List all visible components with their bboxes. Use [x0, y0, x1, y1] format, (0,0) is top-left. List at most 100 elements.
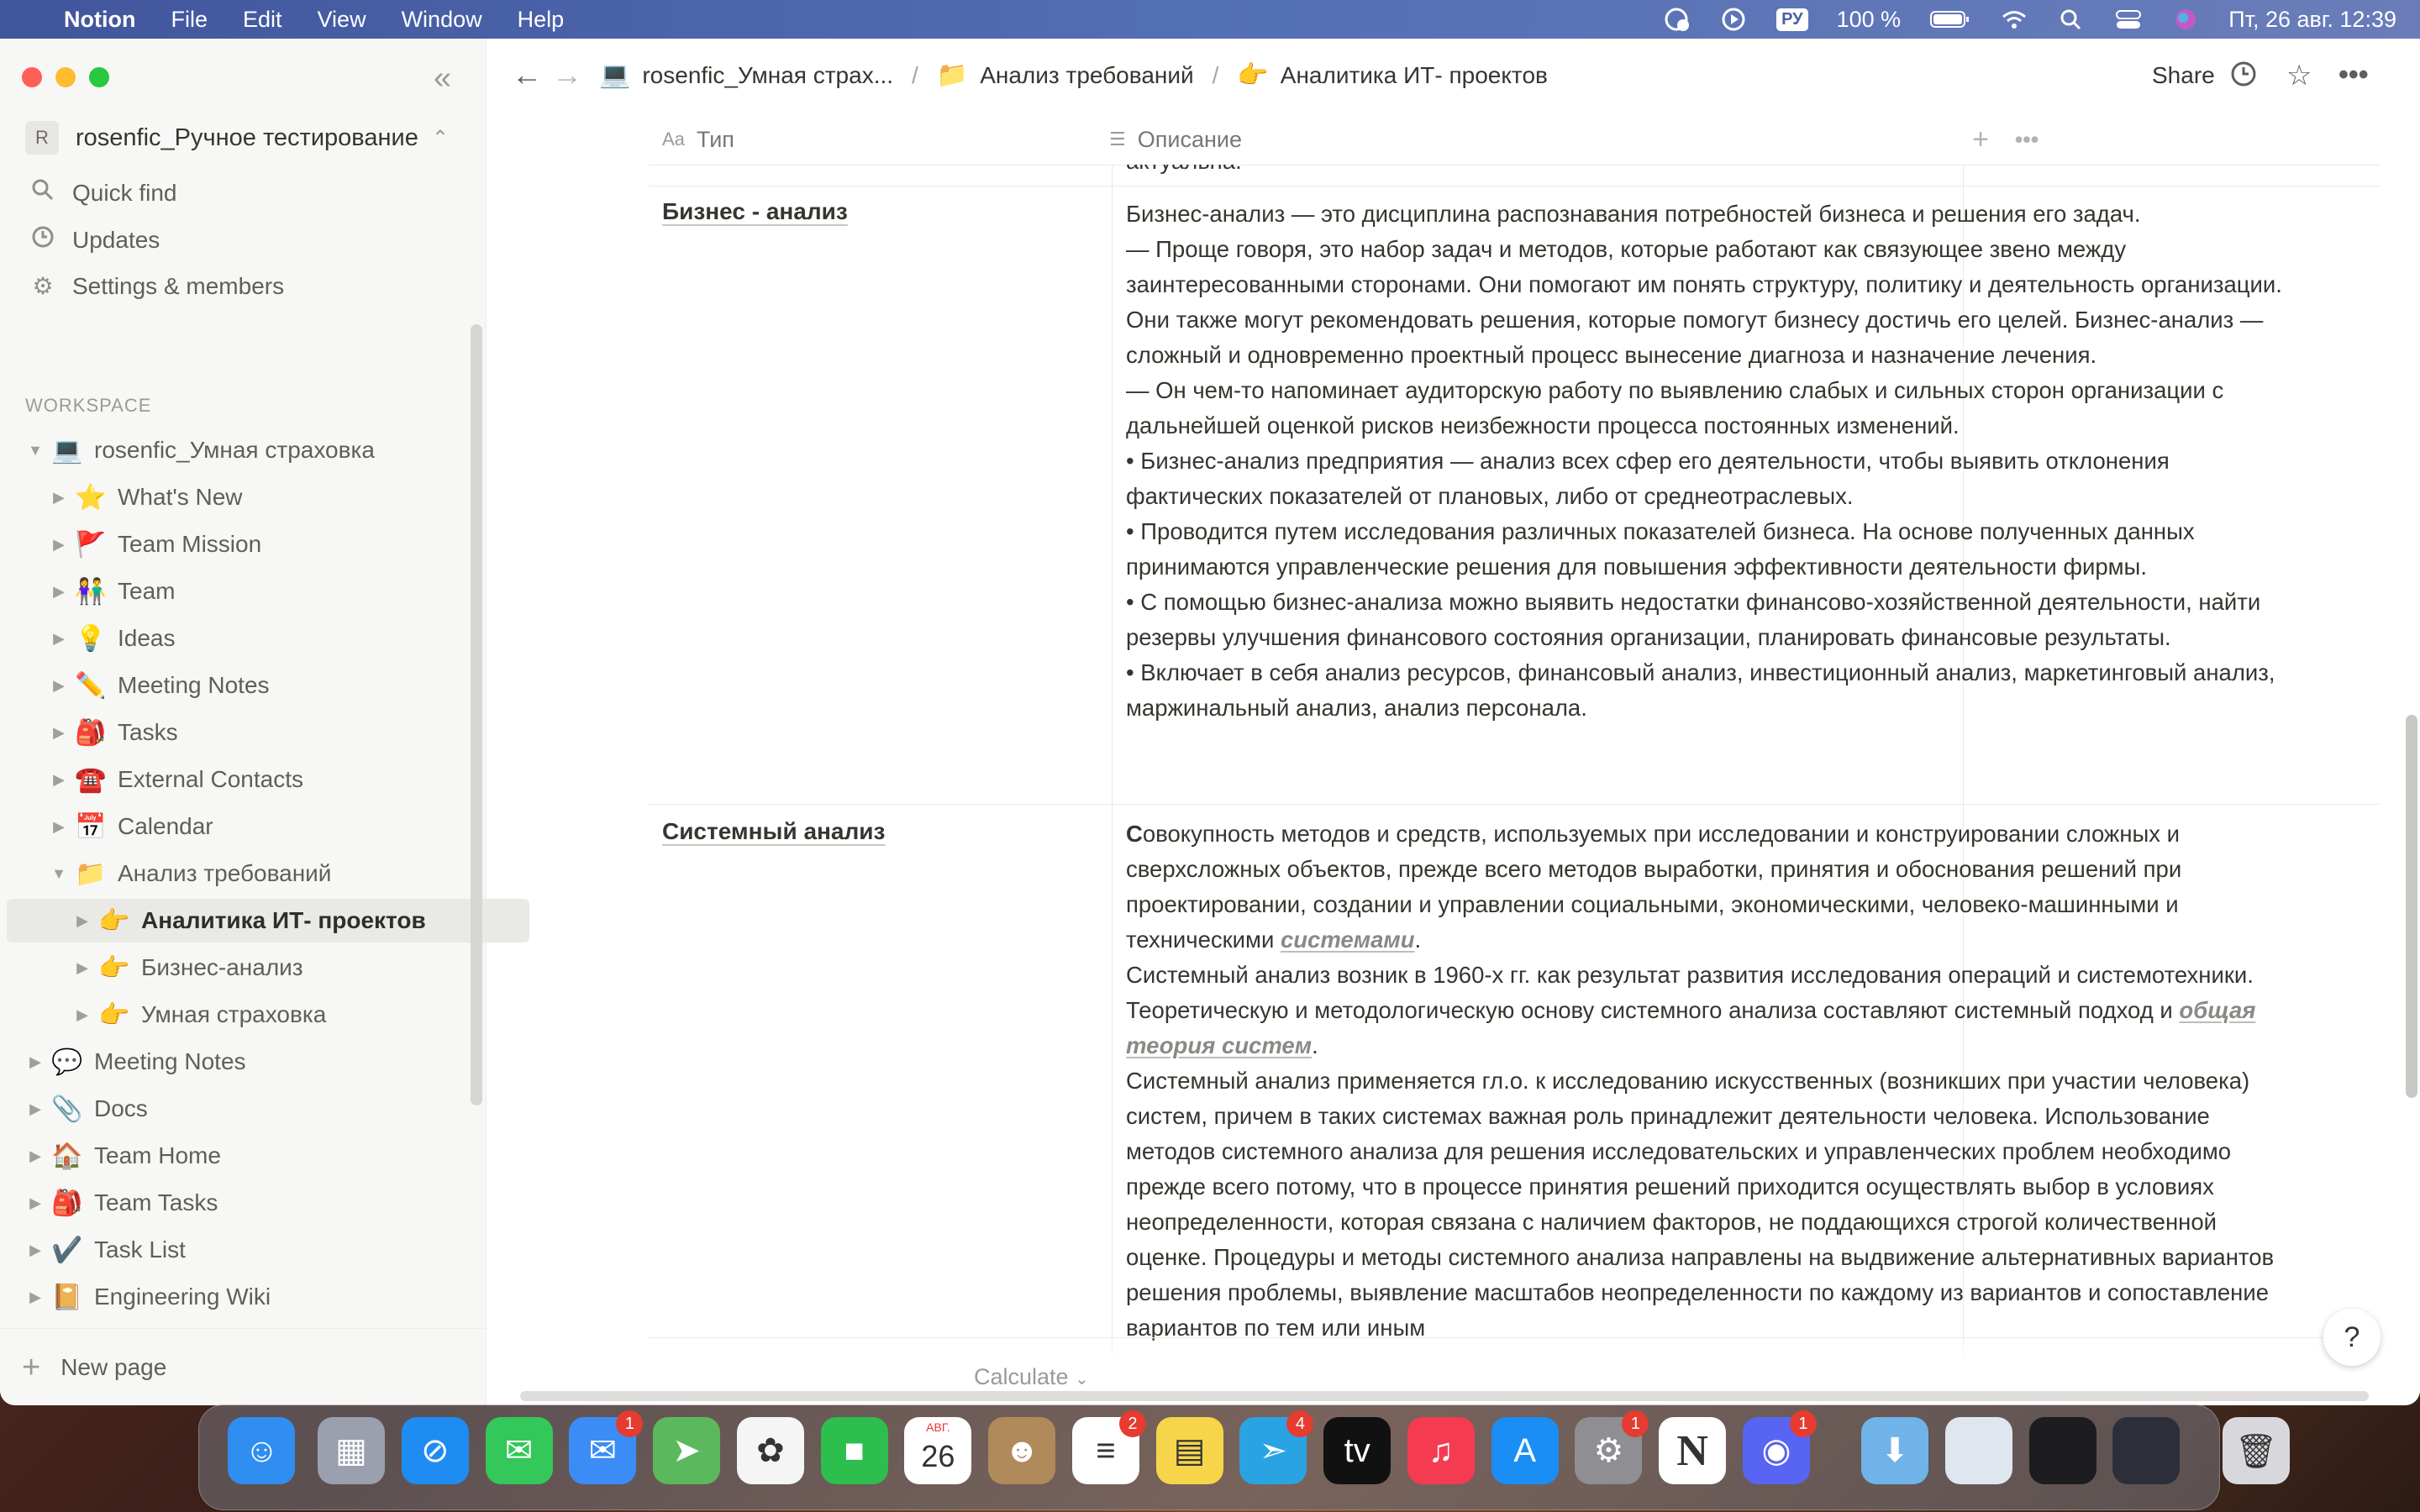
- table-row-description-cell[interactable]: Совокупность методов и средств, использу…: [1126, 816, 2294, 1346]
- caret-right-icon[interactable]: ▶: [25, 1289, 45, 1306]
- dock-telegram-icon[interactable]: ➣ 4: [1239, 1410, 1314, 1484]
- sidebar-item[interactable]: ▶ 👫 Team: [7, 570, 506, 613]
- updates-button[interactable]: Updates: [29, 225, 160, 255]
- dock-app-store-icon[interactable]: A: [1491, 1417, 1559, 1484]
- menu-edit[interactable]: Edit: [243, 7, 282, 33]
- caret-down-icon[interactable]: ▼: [49, 865, 69, 883]
- dock-calendar-icon[interactable]: 26 АВГ.: [904, 1417, 972, 1484]
- sidebar-item[interactable]: ▶ 👉 Умная страховка: [7, 993, 529, 1037]
- dock-discord-icon[interactable]: ◉ 1: [1742, 1410, 1817, 1484]
- main-scrollbar[interactable]: [2406, 715, 2417, 1098]
- sidebar-item[interactable]: ▶ 🏠 Team Home: [7, 1134, 482, 1178]
- dock-notion-icon[interactable]: N: [1659, 1417, 1727, 1484]
- caret-right-icon[interactable]: ▶: [25, 1147, 45, 1165]
- settings-members-button[interactable]: ⚙ Settings & members: [29, 272, 284, 300]
- spotlight-search-icon[interactable]: [2057, 7, 2086, 32]
- dock-maps-icon[interactable]: ➤: [653, 1417, 721, 1484]
- add-column-icon[interactable]: +: [1962, 114, 1999, 165]
- screen-time-icon[interactable]: [1662, 7, 1691, 32]
- dock-downloads-icon[interactable]: ⬇: [1861, 1417, 1928, 1484]
- dock-window-preview-1-icon[interactable]: [1944, 1417, 2012, 1484]
- sidebar-item[interactable]: ▶ 📅 Calendar: [7, 805, 506, 848]
- dock-launchpad-icon[interactable]: ▦: [318, 1417, 386, 1484]
- dock-trash-icon[interactable]: 🗑: [2223, 1417, 2290, 1484]
- dock-contacts-icon[interactable]: ☻: [988, 1417, 1056, 1484]
- column-header-type[interactable]: Aa Тип: [662, 114, 734, 165]
- dock-window-preview-3-icon[interactable]: [2112, 1417, 2181, 1484]
- caret-right-icon[interactable]: ▶: [49, 677, 69, 695]
- dock-music-icon[interactable]: ♫: [1407, 1417, 1475, 1484]
- calculate-button[interactable]: Calculate ⌄: [974, 1364, 1089, 1390]
- sidebar-item[interactable]: ▶ 🚩 Team Mission: [7, 522, 506, 566]
- sidebar-item[interactable]: ▶ 💡 Ideas: [7, 617, 506, 660]
- dock-photos-icon[interactable]: ✿: [736, 1417, 804, 1484]
- sidebar-item[interactable]: ▶ 💬 Meeting Notes: [7, 1040, 482, 1084]
- table-row-type-cell[interactable]: Системный анализ: [662, 818, 885, 845]
- history-clock-icon[interactable]: [2229, 59, 2258, 95]
- column-options-icon[interactable]: •••: [2008, 114, 2045, 165]
- zoom-window-button[interactable]: [89, 67, 109, 87]
- horizontal-scrollbar[interactable]: [520, 1391, 2369, 1401]
- sidebar-item[interactable]: ▼ 💻 rosenfic_Умная страховка: [7, 428, 482, 472]
- dock-window-preview-2-icon[interactable]: [2028, 1417, 2096, 1484]
- caret-right-icon[interactable]: ▶: [72, 912, 92, 930]
- caret-right-icon[interactable]: ▶: [25, 1242, 45, 1259]
- column-header-description[interactable]: ☰ Описание: [1109, 114, 1242, 165]
- control-center-icon[interactable]: [2114, 7, 2143, 32]
- workspace-switcher[interactable]: R rosenfic_Ручное тестирование ⌃: [25, 121, 449, 155]
- sidebar-scrollbar[interactable]: [471, 324, 482, 1105]
- close-window-button[interactable]: [22, 67, 42, 87]
- sidebar-item[interactable]: ▶ ✔️ Task List: [7, 1228, 482, 1272]
- dock-messages-icon[interactable]: ✉: [485, 1417, 553, 1484]
- workspace-section-heading[interactable]: WORKSPACE: [25, 395, 151, 417]
- dock-facetime-icon[interactable]: ■: [820, 1417, 888, 1484]
- dock-reminders-icon[interactable]: ≡ 2: [1071, 1410, 1146, 1484]
- breadcrumb-item-requirements[interactable]: 📁 Анализ требований: [937, 60, 1194, 90]
- sidebar-item[interactable]: ▶ 📎 Docs: [7, 1087, 482, 1131]
- siri-icon[interactable]: [2171, 7, 2200, 32]
- more-options-icon[interactable]: •••: [2338, 59, 2369, 92]
- caret-right-icon[interactable]: ▶: [72, 1006, 92, 1024]
- link-systems[interactable]: системами: [1281, 927, 1415, 953]
- dock-apple-tv-icon[interactable]: tv: [1323, 1417, 1392, 1484]
- new-page-button[interactable]: + New page: [0, 1328, 486, 1405]
- input-language-indicator[interactable]: РУ: [1776, 8, 1808, 31]
- collapse-sidebar-icon[interactable]: «: [434, 60, 451, 97]
- caret-right-icon[interactable]: ▶: [72, 959, 92, 977]
- table-row-description-cell[interactable]: Бизнес-анализ — это дисциплина распознав…: [1126, 197, 2294, 726]
- caret-right-icon[interactable]: ▶: [49, 630, 69, 648]
- caret-right-icon[interactable]: ▶: [49, 489, 69, 507]
- sidebar-item[interactable]: ▶ ✏️ Meeting Notes: [7, 664, 506, 707]
- back-arrow-icon[interactable]: ←: [512, 57, 542, 92]
- caret-right-icon[interactable]: ▶: [25, 1194, 45, 1212]
- caret-right-icon[interactable]: ▶: [49, 724, 69, 742]
- help-button[interactable]: ?: [2323, 1309, 2381, 1366]
- wifi-icon[interactable]: [2000, 7, 2028, 32]
- battery-icon[interactable]: [1929, 7, 1971, 32]
- caret-down-icon[interactable]: ▼: [25, 442, 45, 459]
- dock-mail-icon[interactable]: ✉ 1: [569, 1410, 644, 1484]
- table-row-type-cell[interactable]: Бизнес - анализ: [662, 198, 848, 225]
- sidebar-item[interactable]: ▶ 👉 Бизнес-анализ: [7, 946, 529, 990]
- menu-window[interactable]: Window: [402, 7, 482, 33]
- dock-safari-icon[interactable]: ⊘: [401, 1417, 469, 1484]
- menu-file[interactable]: File: [171, 7, 208, 33]
- dock-notes-icon[interactable]: ▤: [1155, 1417, 1223, 1484]
- sidebar-item[interactable]: ▶ 🎒 Team Tasks: [7, 1181, 482, 1225]
- quick-find-button[interactable]: Quick find: [29, 178, 177, 207]
- menu-view[interactable]: View: [318, 7, 366, 33]
- sidebar-item[interactable]: ▶ ☎️ External Contacts: [7, 758, 506, 801]
- dock-system-preferences-icon[interactable]: ⚙ 1: [1575, 1410, 1649, 1484]
- menubar-datetime[interactable]: Пт, 26 авг. 12:39: [2228, 7, 2396, 33]
- minimize-window-button[interactable]: [55, 67, 76, 87]
- caret-right-icon[interactable]: ▶: [49, 771, 69, 789]
- share-button[interactable]: Share: [2152, 62, 2215, 89]
- dock-finder-icon[interactable]: ☺: [228, 1417, 296, 1484]
- sidebar-item[interactable]: ▶ ⭐ What's New: [7, 475, 506, 519]
- caret-right-icon[interactable]: ▶: [49, 536, 69, 554]
- sidebar-item[interactable]: ▶ 📔 Engineering Wiki: [7, 1275, 482, 1319]
- caret-right-icon[interactable]: ▶: [49, 818, 69, 836]
- caret-right-icon[interactable]: ▶: [25, 1053, 45, 1071]
- menu-help[interactable]: Help: [518, 7, 565, 33]
- sidebar-item[interactable]: ▶ 👉 Аналитика ИТ- проектов: [7, 899, 529, 942]
